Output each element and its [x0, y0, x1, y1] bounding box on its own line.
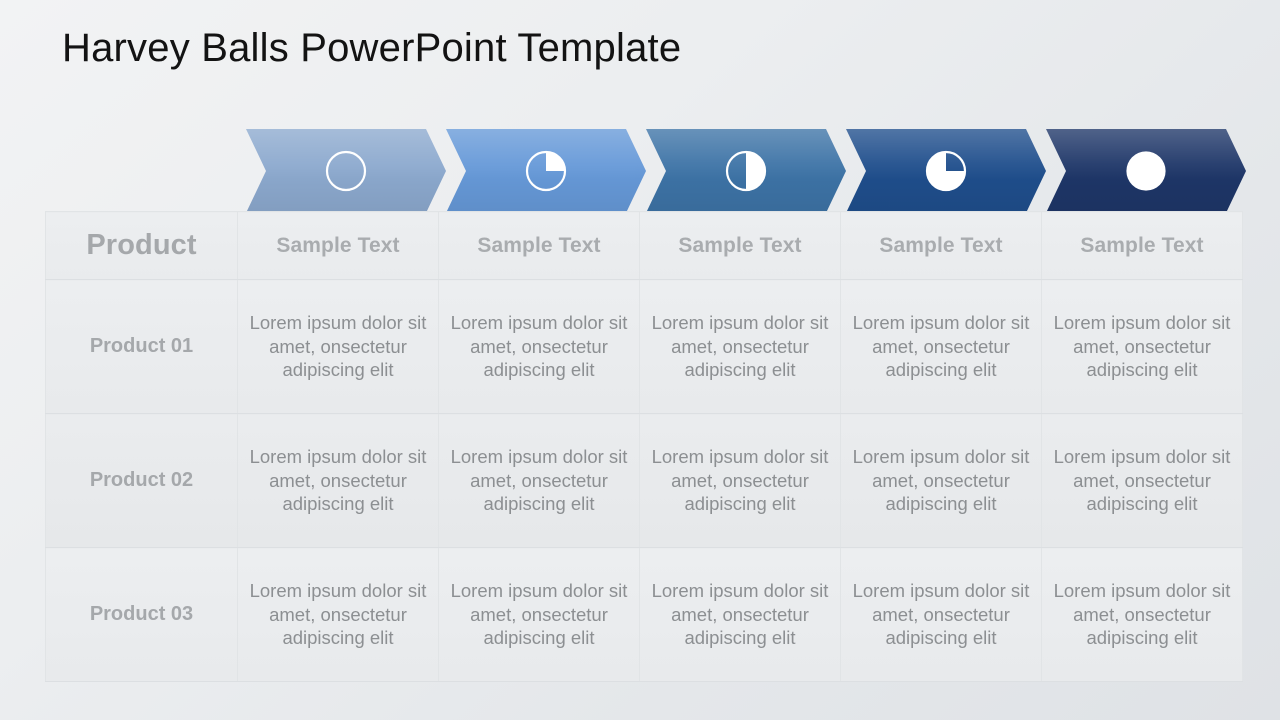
cell-text: Lorem ipsum dolor sit amet, onsectetur a… [852, 445, 1030, 515]
cell-text: Lorem ipsum dolor sit amet, onsectetur a… [450, 445, 628, 515]
cell-r0-c0: Lorem ipsum dolor sit amet, onsectetur a… [237, 279, 439, 414]
cell-r0-c2: Lorem ipsum dolor sit amet, onsectetur a… [639, 279, 841, 414]
cell-r0-c4: Lorem ipsum dolor sit amet, onsectetur a… [1041, 279, 1243, 414]
cell-text: Lorem ipsum dolor sit amet, onsectetur a… [852, 579, 1030, 649]
cell-text: Lorem ipsum dolor sit amet, onsectetur a… [249, 311, 427, 381]
cell-text: Lorem ipsum dolor sit amet, onsectetur a… [651, 311, 829, 381]
cell-text: Lorem ipsum dolor sit amet, onsectetur a… [651, 445, 829, 515]
cell-text: Lorem ipsum dolor sit amet, onsectetur a… [450, 311, 628, 381]
column-header-5: Sample Text [1041, 211, 1243, 280]
cell-r2-c1: Lorem ipsum dolor sit amet, onsectetur a… [438, 547, 640, 682]
chevron-banner-1[interactable] [446, 129, 646, 213]
harvey-ball-0-icon [246, 129, 446, 213]
column-header-2: Sample Text [438, 211, 640, 280]
row-label-product-02: Product 02 [45, 413, 238, 548]
cell-text: Lorem ipsum dolor sit amet, onsectetur a… [852, 311, 1030, 381]
column-header-product: Product [45, 211, 238, 280]
cell-r0-c1: Lorem ipsum dolor sit amet, onsectetur a… [438, 279, 640, 414]
cell-text: Lorem ipsum dolor sit amet, onsectetur a… [1053, 579, 1231, 649]
cell-r1-c3: Lorem ipsum dolor sit amet, onsectetur a… [840, 413, 1042, 548]
table-row: Product 03 Lorem ipsum dolor sit amet, o… [45, 547, 1243, 682]
cell-text: Lorem ipsum dolor sit amet, onsectetur a… [1053, 311, 1231, 381]
cell-r2-c4: Lorem ipsum dolor sit amet, onsectetur a… [1041, 547, 1243, 682]
table-header-row: Product Sample Text Sample Text Sample T… [45, 211, 1243, 280]
chevron-banner-2[interactable] [646, 129, 846, 213]
harvey-ball-25-icon [446, 129, 646, 213]
table-row: Product 01 Lorem ipsum dolor sit amet, o… [45, 279, 1243, 414]
cell-text: Lorem ipsum dolor sit amet, onsectetur a… [249, 579, 427, 649]
cell-r0-c3: Lorem ipsum dolor sit amet, onsectetur a… [840, 279, 1042, 414]
table-row: Product 02 Lorem ipsum dolor sit amet, o… [45, 413, 1243, 548]
column-header-1: Sample Text [237, 211, 439, 280]
row-label-product-01: Product 01 [45, 279, 238, 414]
cell-text: Lorem ipsum dolor sit amet, onsectetur a… [450, 579, 628, 649]
cell-r1-c2: Lorem ipsum dolor sit amet, onsectetur a… [639, 413, 841, 548]
harvey-ball-chevron-band [246, 129, 1246, 213]
column-header-3: Sample Text [639, 211, 841, 280]
page-title: Harvey Balls PowerPoint Template [62, 26, 682, 70]
cell-r1-c1: Lorem ipsum dolor sit amet, onsectetur a… [438, 413, 640, 548]
cell-r2-c3: Lorem ipsum dolor sit amet, onsectetur a… [840, 547, 1042, 682]
cell-r1-c0: Lorem ipsum dolor sit amet, onsectetur a… [237, 413, 439, 548]
harvey-ball-50-icon [646, 129, 846, 213]
harvey-ball-100-icon [1046, 129, 1246, 213]
harvey-ball-75-icon [846, 129, 1046, 213]
product-comparison-table: Product Sample Text Sample Text Sample T… [45, 211, 1243, 682]
cell-text: Lorem ipsum dolor sit amet, onsectetur a… [249, 445, 427, 515]
cell-r1-c4: Lorem ipsum dolor sit amet, onsectetur a… [1041, 413, 1243, 548]
product-comparison-table-area: Product Sample Text Sample Text Sample T… [45, 211, 1243, 682]
chevron-banner-4[interactable] [1046, 129, 1246, 213]
cell-r2-c0: Lorem ipsum dolor sit amet, onsectetur a… [237, 547, 439, 682]
row-label-product-03: Product 03 [45, 547, 238, 682]
cell-text: Lorem ipsum dolor sit amet, onsectetur a… [651, 579, 829, 649]
cell-text: Lorem ipsum dolor sit amet, onsectetur a… [1053, 445, 1231, 515]
cell-r2-c2: Lorem ipsum dolor sit amet, onsectetur a… [639, 547, 841, 682]
chevron-banner-3[interactable] [846, 129, 1046, 213]
column-header-4: Sample Text [840, 211, 1042, 280]
chevron-banner-0[interactable] [246, 129, 446, 213]
